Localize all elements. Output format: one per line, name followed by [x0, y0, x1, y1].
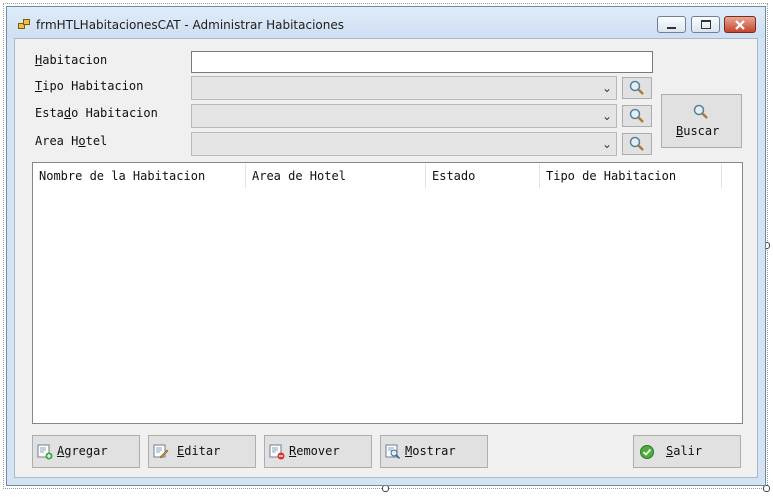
remover-label: Remover: [289, 444, 340, 458]
resize-handle-bottom[interactable]: [382, 485, 389, 492]
buscar-label: Buscar: [676, 124, 720, 138]
editar-button[interactable]: Editar: [148, 435, 256, 468]
window-title: frmHTLHabitacionesCAT - Administrar Habi…: [36, 18, 344, 32]
chevron-down-icon: ⌄: [601, 137, 612, 151]
tipo-habitacion-search-button[interactable]: [622, 77, 652, 99]
magnifier-icon: [629, 136, 644, 151]
check-icon: [640, 445, 654, 459]
habitaciones-list[interactable]: Nombre de la Habitacion Area de Hotel Es…: [32, 162, 743, 424]
column-header-estado[interactable]: Estado: [426, 164, 540, 188]
view-document-icon: [385, 444, 401, 460]
area-hotel-combo[interactable]: ⌄: [191, 132, 617, 156]
column-header-tipo[interactable]: Tipo de Habitacion: [540, 164, 722, 188]
habitacion-input[interactable]: [191, 51, 653, 73]
salir-label: Salir: [666, 444, 703, 458]
remover-button[interactable]: Remover: [264, 435, 372, 468]
title-bar[interactable]: frmHTLHabitacionesCAT - Administrar Habi…: [7, 7, 765, 38]
area-hotel-search-button[interactable]: [622, 133, 652, 155]
maximize-icon: [700, 20, 711, 29]
app-icon: [18, 19, 30, 29]
add-document-icon: [37, 444, 53, 460]
minimize-button[interactable]: [657, 16, 686, 33]
agregar-button[interactable]: Agregar: [32, 435, 140, 468]
close-button[interactable]: [724, 16, 756, 33]
form-client-area: Habitacion Tipo Habitacion ⌄ Estado Habi…: [14, 38, 758, 478]
column-header-area[interactable]: Area de Hotel: [246, 164, 426, 188]
column-header-nombre[interactable]: Nombre de la Habitacion: [33, 164, 246, 188]
close-icon: [735, 19, 745, 30]
chevron-down-icon: ⌄: [601, 81, 612, 95]
tipo-habitacion-combo[interactable]: ⌄: [191, 76, 617, 100]
estado-habitacion-search-button[interactable]: [622, 105, 652, 127]
estado-habitacion-combo[interactable]: ⌄: [191, 104, 617, 128]
tipo-habitacion-label: Tipo Habitacion: [35, 79, 144, 93]
maximize-button[interactable]: [691, 16, 720, 33]
habitacion-label: Habitacion: [35, 53, 108, 67]
agregar-label: Agregar: [57, 444, 108, 458]
editar-label: Editar: [177, 444, 221, 458]
minimize-icon: [667, 26, 676, 29]
chevron-down-icon: ⌄: [601, 109, 612, 123]
salir-button[interactable]: Salir: [633, 435, 741, 468]
mostrar-button[interactable]: Mostrar: [380, 435, 488, 468]
form-window: frmHTLHabitacionesCAT - Administrar Habi…: [6, 6, 766, 486]
remove-document-icon: [269, 444, 285, 460]
magnifier-icon: [629, 80, 644, 95]
magnifier-icon: [693, 104, 708, 119]
edit-document-icon: [153, 444, 169, 459]
buscar-button[interactable]: Buscar: [661, 94, 742, 148]
mostrar-label: Mostrar: [405, 444, 456, 458]
magnifier-icon: [629, 108, 644, 123]
estado-habitacion-label: Estado Habitacion: [35, 106, 158, 120]
area-hotel-label: Area Hotel: [35, 134, 108, 148]
resize-handle-corner[interactable]: [763, 485, 770, 492]
